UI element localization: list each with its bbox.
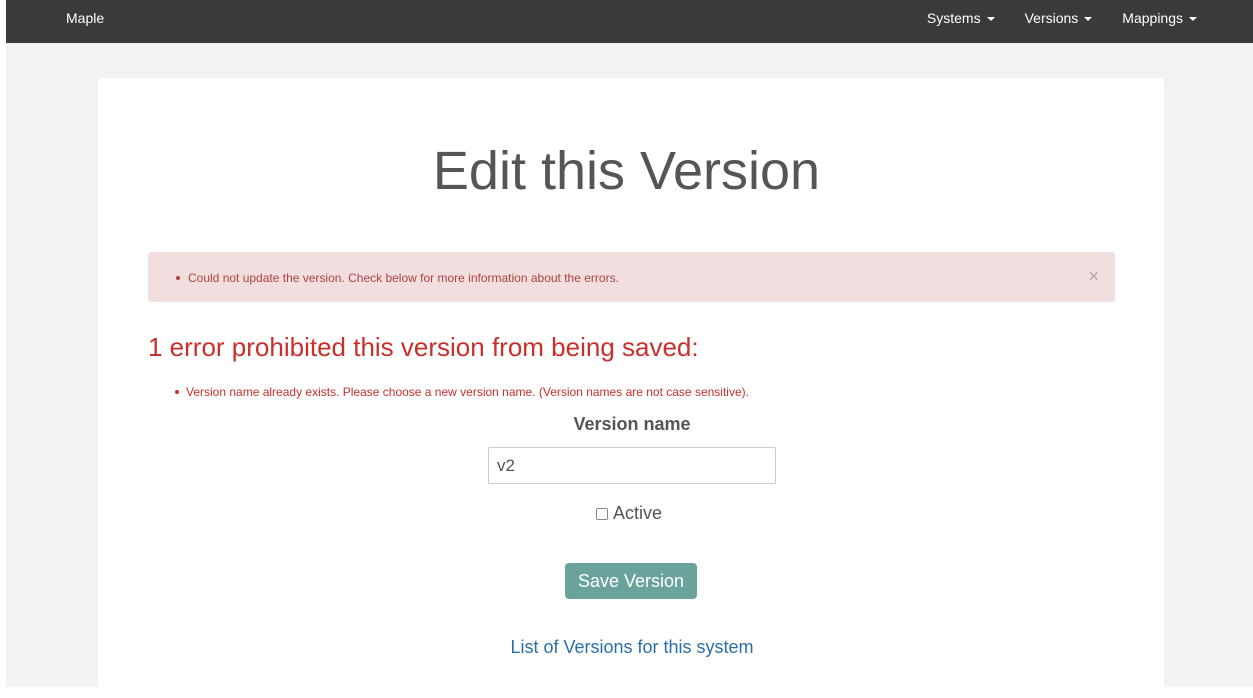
active-checkbox[interactable] [596, 507, 608, 520]
page-title: Edit this Version [432, 141, 821, 201]
top-navbar: Maple Systems Versions Mappings [6, 0, 1253, 43]
error-list-item: Version name already exists. Please choo… [175, 385, 749, 399]
brand-link[interactable]: Maple [66, 10, 104, 26]
alert-message: Could not update the version. Check belo… [176, 271, 619, 285]
versions-list-link[interactable]: List of Versions for this system [0, 637, 1253, 658]
save-version-button[interactable]: Save Version [565, 563, 697, 599]
nav-menu: Systems Versions Mappings [927, 10, 1197, 26]
mappings-menu[interactable]: Mappings [1122, 10, 1197, 26]
close-icon[interactable]: × [1088, 267, 1099, 285]
version-name-input[interactable] [488, 447, 776, 484]
caret-down-icon [1189, 17, 1197, 21]
error-heading: 1 error prohibited this version from bei… [148, 332, 699, 362]
caret-down-icon [1084, 17, 1093, 21]
active-checkbox-row: Active [596, 503, 662, 524]
versions-menu-label: Versions [1024, 10, 1079, 26]
caret-down-icon [986, 17, 995, 21]
mappings-menu-label: Mappings [1122, 10, 1183, 26]
version-name-label: Version name [573, 414, 691, 434]
versions-menu[interactable]: Versions [1025, 10, 1093, 26]
systems-menu[interactable]: Systems [927, 10, 995, 26]
active-label: Active [613, 503, 663, 523]
systems-menu-label: Systems [926, 10, 981, 26]
error-alert: Could not update the version. Check belo… [148, 252, 1115, 302]
